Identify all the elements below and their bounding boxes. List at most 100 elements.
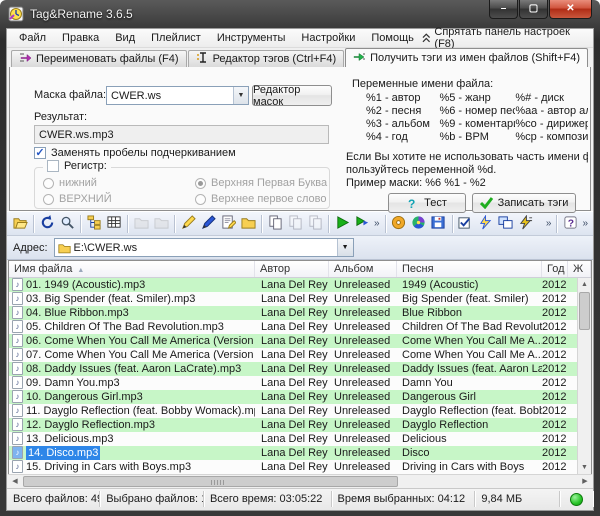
mask-label: Маска файла: [34,89,106,101]
close-button[interactable]: ✕ [549,0,592,19]
test-button[interactable]: ? Тест [388,193,466,213]
mask-editor-button[interactable]: Редактор масок [252,85,332,106]
cell-song: Dayglo Reflection [397,418,542,432]
open-folder-button[interactable] [10,214,30,234]
cell-artist: Lana Del Rey [255,432,329,446]
column-header-song[interactable]: Песня [397,261,542,277]
scroll-left-icon[interactable]: ◀ [8,475,22,488]
mp3-file-icon: ♪ [12,432,23,445]
quick-fix-button[interactable] [476,214,496,234]
grid-view-button[interactable] [104,214,124,234]
paste2-button [305,214,325,234]
table-row[interactable]: ♪06. Come When You Call Me America (Vers… [9,334,591,348]
cell-album: Unreleased [329,390,397,404]
table-row[interactable]: ♪08. Daddy Issues (feat. Aaron LaCrate).… [9,362,591,376]
column-header-artist[interactable]: Автор [255,261,329,277]
cell-filename: 01. 1949 (Acoustic).mp3 [26,278,145,292]
write-tags-button[interactable]: Записать тэги [472,193,576,213]
svg-text:?: ? [408,197,415,210]
table-row[interactable]: ♪04. Blue Ribbon.mp3Lana Del ReyUnreleas… [9,306,591,320]
overflow-chevron3[interactable]: » [580,218,590,229]
main-toolbar: »»?» [7,211,593,237]
menu-item-4[interactable]: Инструменты [209,30,294,46]
cell-song: Dayglo Reflection (feat. Bobb... [397,404,542,418]
cell-year: 2012 [542,334,568,348]
flag-icon [355,215,370,233]
minimize-button[interactable]: – [489,0,518,19]
edit-pen-button[interactable] [198,214,218,234]
move-folder-button[interactable] [238,214,258,234]
refresh-icon [40,215,55,233]
overflow-chevron2[interactable]: » [544,218,554,229]
mask-combobox[interactable]: CWER.ws ▼ [106,86,249,105]
column-header-genre-partial[interactable]: Ж [568,261,591,277]
replace-spaces-checkbox[interactable]: ✓ Заменять пробелы подчеркиванием [34,147,236,159]
radio-uppercase[interactable]: ВЕРХНИЙ [43,193,112,205]
scroll-down-icon[interactable]: ▼ [578,461,591,474]
cell-artist: Lana Del Rey [255,334,329,348]
rename-pen-button[interactable] [178,214,198,234]
disc-colors-button[interactable] [409,214,429,234]
cd-button[interactable] [389,214,409,234]
hscroll-thumb[interactable] [23,476,398,487]
radio-lowercase[interactable]: нижний [43,177,97,189]
run-flag-button[interactable] [352,214,372,234]
menu-item-5[interactable]: Настройки [293,30,363,46]
toolbar-separator [261,215,262,233]
table-row[interactable]: ♪13. Delicious.mp3Lana Del ReyUnreleased… [9,432,591,446]
menu-item-6[interactable]: Помощь [363,30,422,46]
green-check-icon [480,197,493,209]
scroll-up-icon[interactable]: ▲ [578,278,591,291]
table-row[interactable]: ♪09. Damn You.mp3Lana Del ReyUnreleasedD… [9,376,591,390]
maximize-button[interactable]: ▢ [519,0,548,19]
horizontal-scrollbar[interactable]: ◀ ▶ [8,474,592,488]
run-button[interactable] [332,214,352,234]
copy-button[interactable] [265,214,285,234]
table-row[interactable]: ♪03. Big Spender (feat. Smiler).mp3Lana … [9,292,591,306]
table-row[interactable]: ♪12. Dayglo Reflection.mp3Lana Del ReyUn… [9,418,591,432]
menu-item-0[interactable]: Файл [11,30,54,46]
refresh-button[interactable] [37,214,57,234]
quick-run-button[interactable] [516,214,536,234]
hide-settings-panel-button[interactable]: Спрятать панель настроек (F8) [422,26,593,50]
table-row[interactable]: ♪14. Disco.mp3Lana Del ReyUnreleasedDisc… [9,446,591,460]
case-checkbox[interactable]: ✓ [47,160,59,172]
check-tags-button[interactable] [456,214,476,234]
chevron-down-icon[interactable]: ▼ [337,239,353,256]
cell-album: Unreleased [329,376,397,390]
column-header-filename[interactable]: Имя файла▲ [9,261,255,277]
menu-item-2[interactable]: Вид [107,30,143,46]
table-row[interactable]: ♪01. 1949 (Acoustic).mp3Lana Del ReyUnre… [9,278,591,292]
radio-title-case[interactable]: Верхняя Первая Буква [195,177,327,189]
radio-first-word[interactable]: Верхнее первое слово [195,193,327,205]
table-row[interactable]: ♪10. Dangerous Girl.mp3Lana Del ReyUnrel… [9,390,591,404]
table-row[interactable]: ♪15. Driving in Cars with Boys.mp3Lana D… [9,460,591,474]
table-row[interactable]: ♪05. Children Of The Bad Revolution.mp3L… [9,320,591,334]
help-button[interactable]: ? [560,214,580,234]
tab-2[interactable]: Получить тэги из имен файлов (Shift+F4) [345,48,588,67]
menu-item-1[interactable]: Правка [54,30,107,46]
variable-item: %b - BPM [439,131,515,144]
mp3-file-icon: ♪ [12,390,23,403]
table-row[interactable]: ♪11. Dayglo Reflection (feat. Bobby Woma… [9,404,591,418]
column-header-album[interactable]: Альбом [329,261,397,277]
scroll-right-icon[interactable]: ▶ [578,475,592,488]
save-grid-button[interactable] [429,214,449,234]
edit-tag-button[interactable] [218,214,238,234]
tab-1[interactable]: Редактор тэгов (Ctrl+F4) [188,50,345,67]
tab-0[interactable]: Переименовать файлы (F4) [11,50,187,67]
folder-tree-button[interactable] [84,214,104,234]
cell-album: Unreleased [329,278,397,292]
chevron-down-icon[interactable]: ▼ [233,87,248,104]
column-header-year[interactable]: Год [542,261,568,277]
copy-windows-button[interactable] [496,214,516,234]
table-row[interactable]: ♪07. Come When You Call Me America (Vers… [9,348,591,362]
title-bar[interactable]: Tag&Rename 3.6.5 – ▢ ✕ [0,0,600,28]
search-button[interactable] [57,214,77,234]
vscroll-thumb[interactable] [579,292,590,330]
menu-item-3[interactable]: Плейлист [143,30,209,46]
address-combobox[interactable]: E:\CWER.ws ▼ [54,238,354,257]
vertical-scrollbar[interactable]: ▲ ▼ [577,278,591,474]
overflow-chevron1[interactable]: » [372,218,382,229]
sort-asc-icon: ▲ [77,267,84,274]
